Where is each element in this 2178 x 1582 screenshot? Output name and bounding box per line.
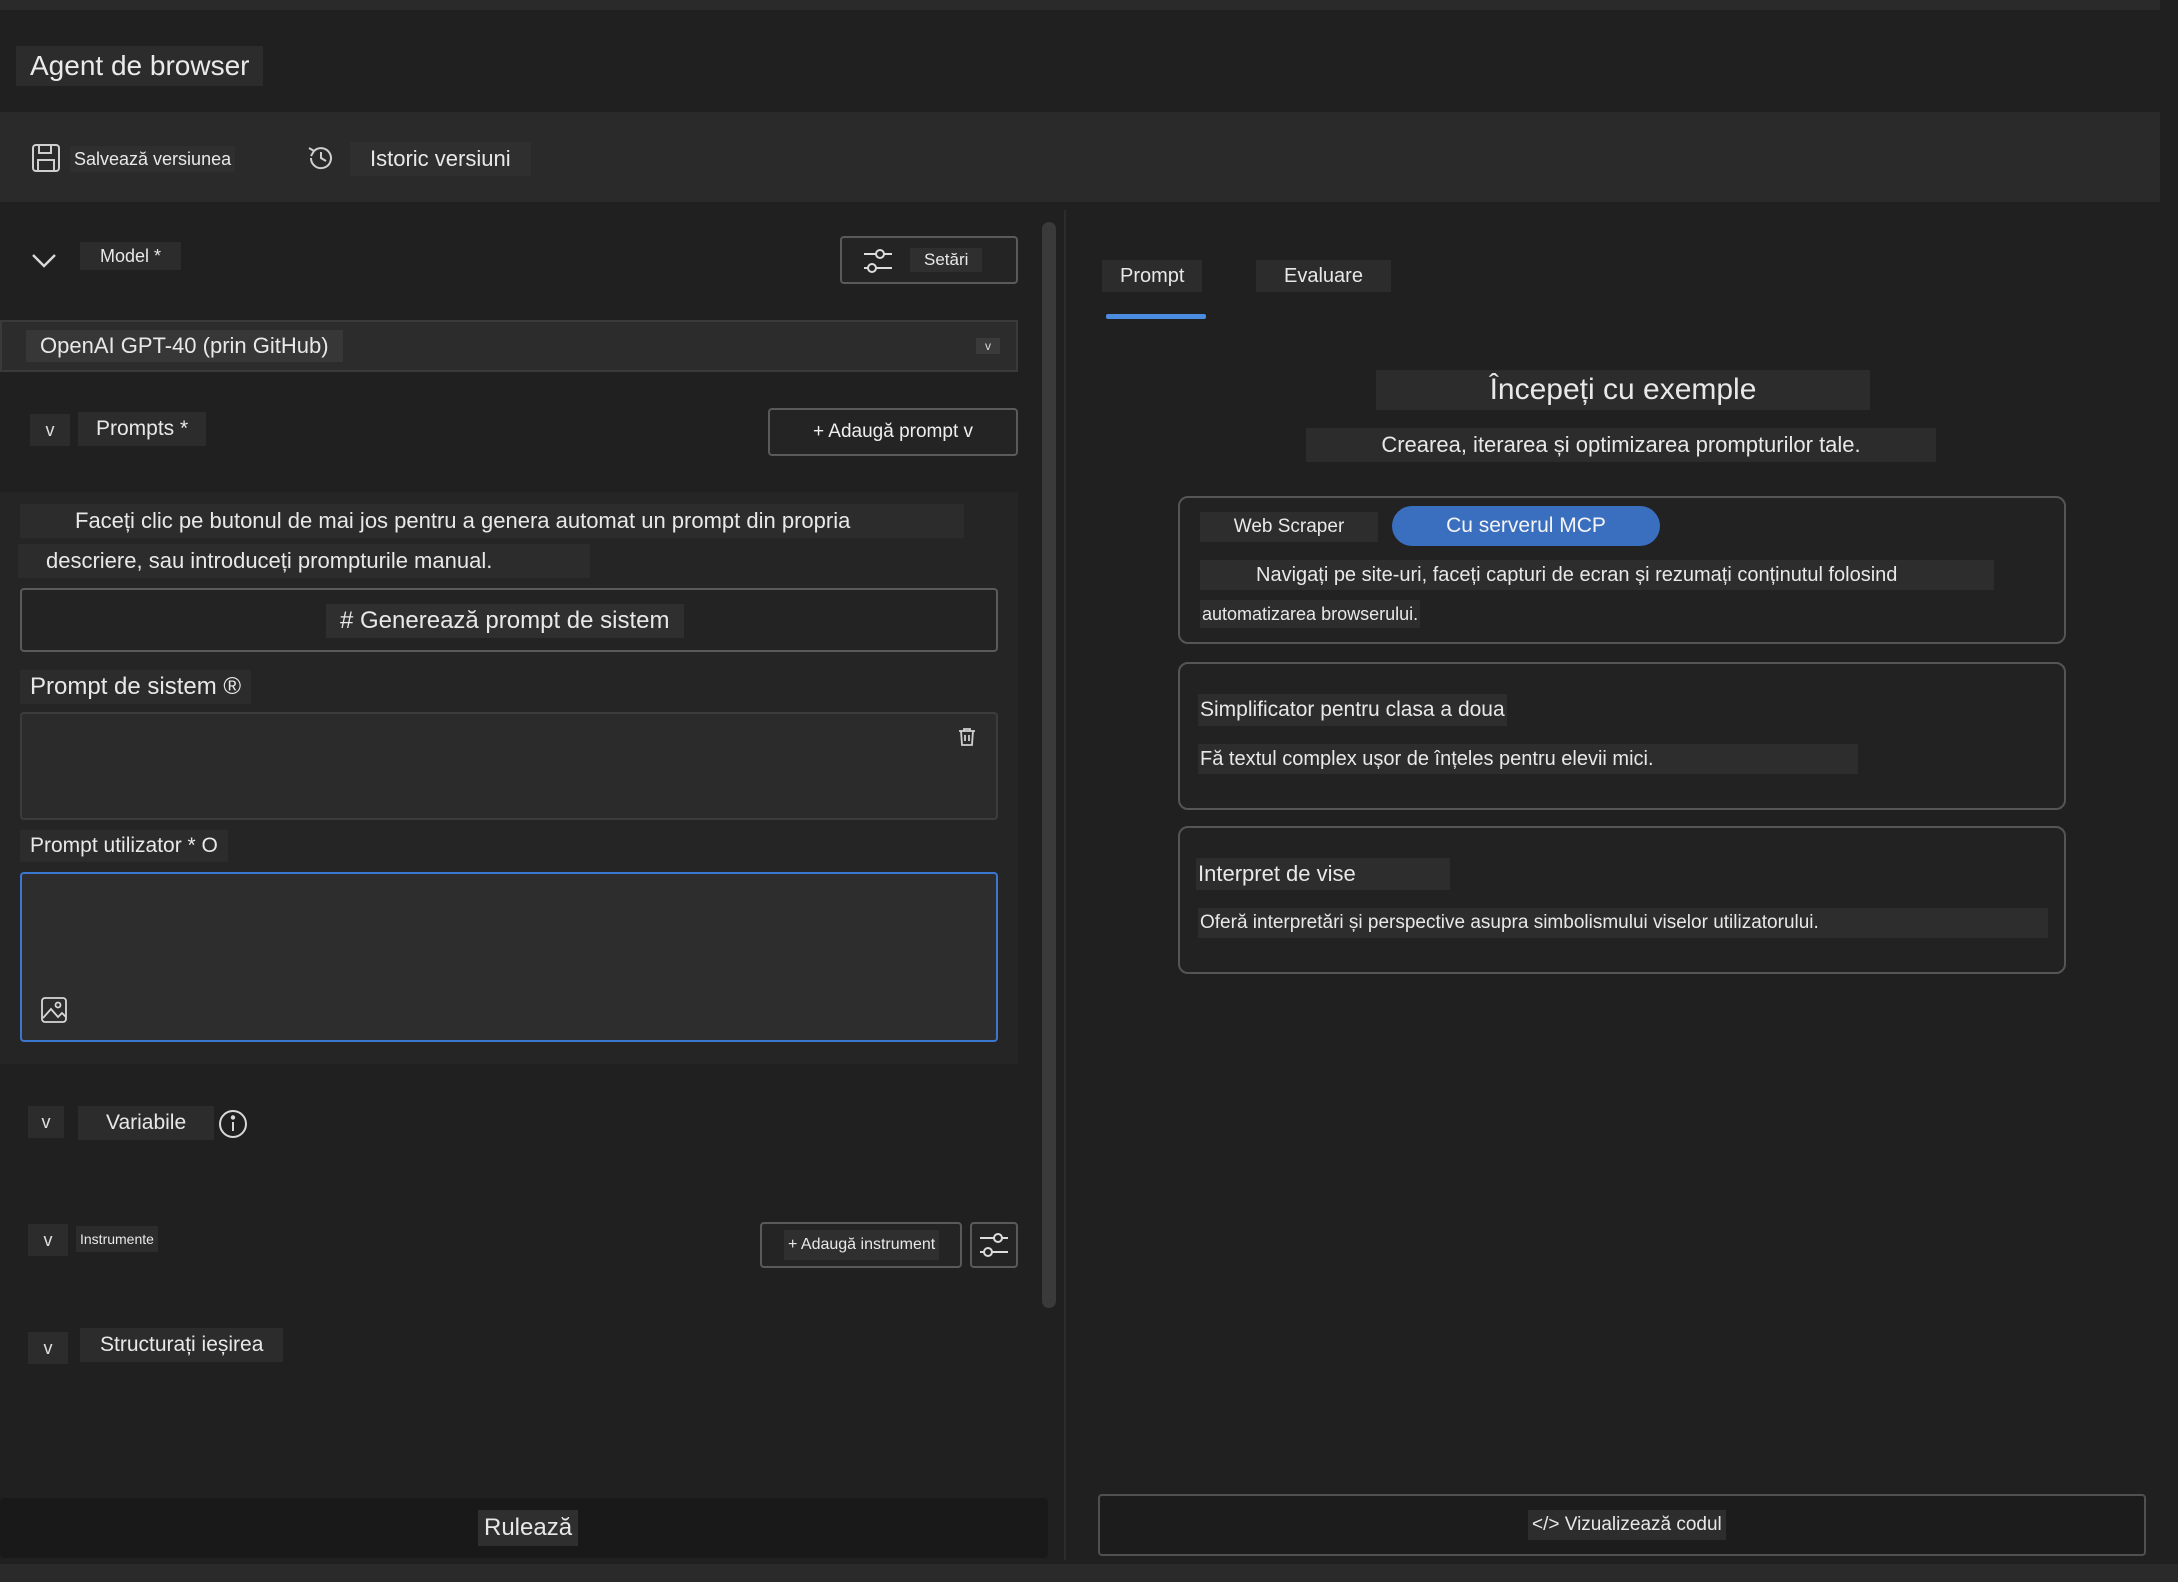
card-description-line2: automatizarea browserului. [1200,600,1421,628]
tool-settings-button[interactable] [970,1222,1018,1268]
prompts-description-line2: descriere, sau introduceți prompturile m… [18,544,590,578]
save-version-button[interactable]: Salvează versiunea [70,146,236,172]
generate-system-prompt-label: # Generează prompt de sistem [326,604,684,638]
card-title: Simplificator pentru clasa a doua [1198,694,1507,726]
active-tab-indicator [1106,314,1206,319]
left-panel-scrollbar[interactable] [1042,222,1056,1308]
trash-icon[interactable] [956,726,978,748]
image-icon[interactable] [40,996,68,1024]
settings-label: Setări [910,248,983,272]
history-icon[interactable] [305,142,337,174]
page-title: Agent de browser [16,46,264,86]
model-selected-value: OpenAI GPT-40 (prin GitHub) [26,330,343,362]
structured-output-collapse-toggle[interactable]: v [28,1332,68,1364]
examples-title: Începeți cu exemple [1376,370,1870,410]
user-prompt-textarea[interactable] [20,872,998,1042]
sliders-icon [862,246,894,276]
info-icon[interactable] [218,1109,248,1139]
tools-label: Instrumente [76,1226,158,1252]
prompts-label: Prompts * [78,412,207,446]
add-tool-label: + Adaugă instrument [784,1230,940,1260]
tag-mcp-server[interactable]: Cu serverul MCP [1392,506,1660,546]
model-label: Model * [80,242,182,270]
prompts-collapse-toggle[interactable]: v [30,414,70,446]
tab-evaluation[interactable]: Evaluare [1256,260,1391,292]
version-history-button[interactable]: Istoric versiuni [350,142,531,176]
structured-output-label: Structurați ieșirea [80,1328,284,1362]
system-prompt-label: Prompt de sistem ® [20,670,252,704]
system-prompt-textarea[interactable] [20,712,998,820]
tools-collapse-toggle[interactable]: v [28,1224,68,1256]
panel-divider [1064,210,1066,1560]
variables-label: Variabile [78,1106,215,1140]
card-description-line1: Navigați pe site-uri, faceți capturi de … [1200,560,1994,590]
chevron-down-icon[interactable]: v [976,338,1000,354]
window-top-strip [0,0,2160,10]
card-title: Interpret de vise [1196,858,1450,890]
status-bar [0,1564,2178,1582]
view-code-label: </> Vizualizează codul [1528,1510,1726,1540]
model-collapse-toggle[interactable] [30,248,58,272]
examples-subtitle: Crearea, iterarea și optimizarea promptu… [1306,428,1936,462]
variables-collapse-toggle[interactable]: v [28,1106,64,1138]
run-label: Rulează [478,1510,579,1546]
example-card-dream-interpreter[interactable] [1178,826,2066,974]
prompts-description-line1: Faceți clic pe butonul de mai jos pentru… [20,504,964,538]
tab-prompt[interactable]: Prompt [1102,260,1203,292]
card-description: Oferă interpretări și perspective asupra… [1198,908,2048,938]
example-card-simplifier[interactable] [1178,662,2066,810]
add-prompt-button[interactable]: + Adaugă prompt v [768,408,1018,456]
save-icon[interactable] [30,142,62,174]
tag-web-scraper[interactable]: Web Scraper [1200,512,1378,542]
user-prompt-label: Prompt utilizator * O [20,830,228,862]
card-description: Fă textul complex ușor de înțeles pentru… [1198,744,1858,774]
